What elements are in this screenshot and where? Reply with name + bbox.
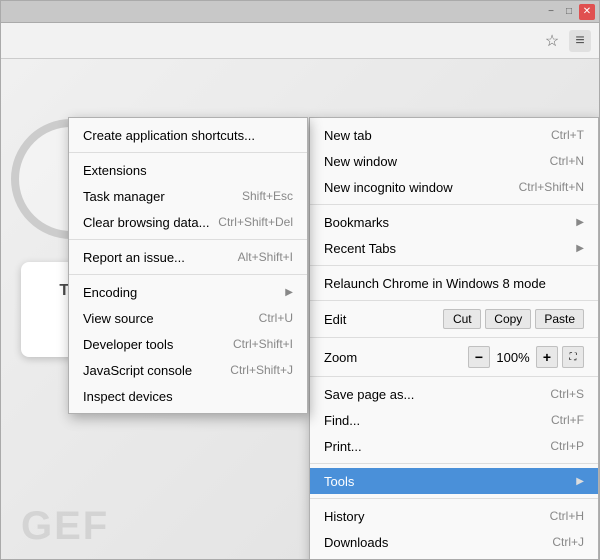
submenu-item-task-manager[interactable]: Task manager Shift+Esc <box>69 183 307 209</box>
menu-item-incognito[interactable]: New incognito window Ctrl+Shift+N <box>310 174 598 200</box>
menu-section-relaunch: Relaunch Chrome in Windows 8 mode <box>310 266 598 301</box>
menu-item-new-tab[interactable]: New tab Ctrl+T <box>310 122 598 148</box>
menu-item-tools[interactable]: Tools ▶ <box>310 468 598 494</box>
edit-row: Edit Cut Copy Paste <box>310 305 598 333</box>
zoom-fullscreen-button[interactable]: ⛶ <box>562 346 584 368</box>
minimize-button[interactable]: − <box>543 4 559 20</box>
submenu-section-3: Report an issue... Alt+Shift+I <box>69 240 307 275</box>
submenu-section-4: Encoding ▶ View source Ctrl+U Developer … <box>69 275 307 413</box>
cut-button[interactable]: Cut <box>443 309 481 329</box>
submenu-section-1: Create application shortcuts... <box>69 118 307 153</box>
menu-section-save: Save page as... Ctrl+S Find... Ctrl+F Pr… <box>310 377 598 464</box>
submenu-section-2: Extensions Task manager Shift+Esc Clear … <box>69 153 307 240</box>
zoom-label: Zoom <box>324 350 464 365</box>
menu-item-print[interactable]: Print... Ctrl+P <box>310 433 598 459</box>
submenu-item-extensions[interactable]: Extensions <box>69 157 307 183</box>
menu-item-relaunch[interactable]: Relaunch Chrome in Windows 8 mode <box>310 270 598 296</box>
menu-item-history[interactable]: History Ctrl+H <box>310 503 598 529</box>
tools-submenu: Create application shortcuts... Extensio… <box>68 117 308 414</box>
menu-section-tools: Tools ▶ <box>310 464 598 499</box>
menu-item-new-window[interactable]: New window Ctrl+N <box>310 148 598 174</box>
menu-item-save[interactable]: Save page as... Ctrl+S <box>310 381 598 407</box>
menu-item-bookmarks[interactable]: Bookmarks ▶ <box>310 209 598 235</box>
page-content: Trust Rating 92% GEF Create application … <box>1 59 599 559</box>
zoom-plus-button[interactable]: + <box>536 346 558 368</box>
maximize-button[interactable]: □ <box>561 4 577 20</box>
chrome-menu-icon[interactable]: ≡ <box>569 30 591 52</box>
submenu-item-view-source[interactable]: View source Ctrl+U <box>69 305 307 331</box>
menu-section-zoom: Zoom − 100% + ⛶ <box>310 338 598 377</box>
submenu-item-developer-tools[interactable]: Developer tools Ctrl+Shift+I <box>69 331 307 357</box>
close-button[interactable]: ✕ <box>579 4 595 20</box>
zoom-value: 100% <box>494 350 532 365</box>
copy-button[interactable]: Copy <box>485 309 531 329</box>
menu-section-new: New tab Ctrl+T New window Ctrl+N New inc… <box>310 118 598 205</box>
menu-section-bookmarks: Bookmarks ▶ Recent Tabs ▶ <box>310 205 598 266</box>
paste-button[interactable]: Paste <box>535 309 584 329</box>
submenu-item-clear-browsing[interactable]: Clear browsing data... Ctrl+Shift+Del <box>69 209 307 235</box>
submenu-item-create-shortcuts[interactable]: Create application shortcuts... <box>69 122 307 148</box>
browser-window: − □ ✕ ☆ ≡ Trust Rating 92% GEF Create ap… <box>0 0 600 560</box>
menu-item-find[interactable]: Find... Ctrl+F <box>310 407 598 433</box>
bookmark-icon[interactable]: ☆ <box>541 30 563 52</box>
menu-item-downloads[interactable]: Downloads Ctrl+J <box>310 529 598 555</box>
edit-label: Edit <box>324 312 439 327</box>
menu-item-recent-tabs[interactable]: Recent Tabs ▶ <box>310 235 598 261</box>
submenu-item-js-console[interactable]: JavaScript console Ctrl+Shift+J <box>69 357 307 383</box>
zoom-row: Zoom − 100% + ⛶ <box>310 342 598 372</box>
submenu-item-report-issue[interactable]: Report an issue... Alt+Shift+I <box>69 244 307 270</box>
main-dropdown-menu: New tab Ctrl+T New window Ctrl+N New inc… <box>309 117 599 559</box>
zoom-minus-button[interactable]: − <box>468 346 490 368</box>
submenu-item-inspect-devices[interactable]: Inspect devices <box>69 383 307 409</box>
menu-section-history: History Ctrl+H Downloads Ctrl+J <box>310 499 598 559</box>
title-bar: − □ ✕ <box>1 1 599 23</box>
browser-toolbar: ☆ ≡ <box>1 23 599 59</box>
menu-section-edit: Edit Cut Copy Paste <box>310 301 598 338</box>
submenu-item-encoding[interactable]: Encoding ▶ <box>69 279 307 305</box>
